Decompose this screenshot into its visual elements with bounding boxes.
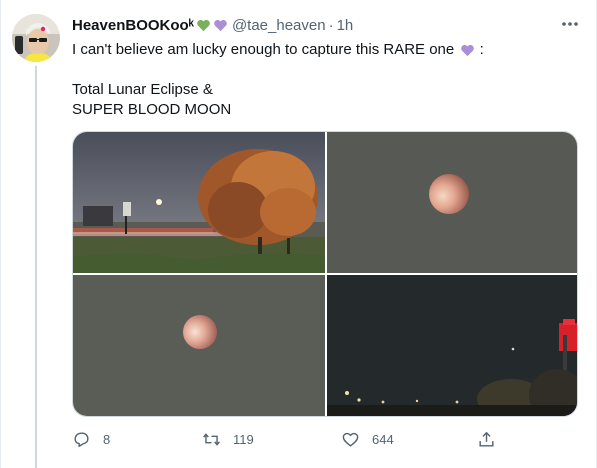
tweet-line2: Total Lunar Eclipse & <box>72 81 213 98</box>
share-button[interactable] <box>477 427 496 451</box>
landscape-with-tree-photo[interactable] <box>73 132 325 273</box>
more-options-button[interactable] <box>560 14 580 34</box>
reply-count: 8 <box>103 431 111 447</box>
tweet-line3: SUPER BLOOD MOON <box>72 101 232 118</box>
reply-icon <box>74 431 89 447</box>
reply-button[interactable]: 8 <box>72 427 110 451</box>
like-count: 644 <box>372 431 394 447</box>
tweet-line1-suffix: : <box>479 41 484 58</box>
heart-icon <box>342 432 359 447</box>
purple-heart-icon <box>460 43 475 58</box>
tweet-time[interactable]: 1h <box>337 17 354 34</box>
tweet[interactable]: HeavenBOOKoo ᵏ @tae_heaven · 1h I can't … <box>0 0 597 468</box>
tweet-header: HeavenBOOKoo ᵏ @tae_heaven · 1h <box>72 15 353 35</box>
user-handle[interactable]: @tae_heaven <box>232 17 326 34</box>
purple-heart-icon <box>213 18 228 33</box>
night-sky-with-streetlight-photo[interactable] <box>327 275 577 416</box>
like-button[interactable]: 644 <box>341 427 394 451</box>
retweet-icon <box>203 432 220 446</box>
thread-line <box>35 66 37 468</box>
timeline-border-left <box>0 0 1 468</box>
tweet-actions: 8 119 644 <box>72 427 512 451</box>
avatar[interactable] <box>12 14 60 62</box>
tweet-line1: I can't believe am lucky enough to captu… <box>72 41 455 58</box>
more-dots-icon <box>562 22 578 26</box>
tweet-text: I can't believe am lucky enough to captu… <box>72 40 572 120</box>
media-grid <box>72 131 578 417</box>
retweet-button[interactable]: 119 <box>202 427 254 451</box>
tweet-text-line-1: I can't believe am lucky enough to captu… <box>72 40 572 60</box>
separator-dot: · <box>328 16 334 34</box>
display-name-suffix: ᵏ <box>188 16 194 34</box>
retweet-count: 119 <box>233 431 254 447</box>
share-icon <box>479 431 494 447</box>
display-name[interactable]: HeavenBOOKoo <box>72 17 189 34</box>
green-heart-icon <box>196 18 211 33</box>
eclipsed-moon-photo-1[interactable] <box>327 132 577 273</box>
eclipsed-moon-photo-2[interactable] <box>73 275 325 416</box>
